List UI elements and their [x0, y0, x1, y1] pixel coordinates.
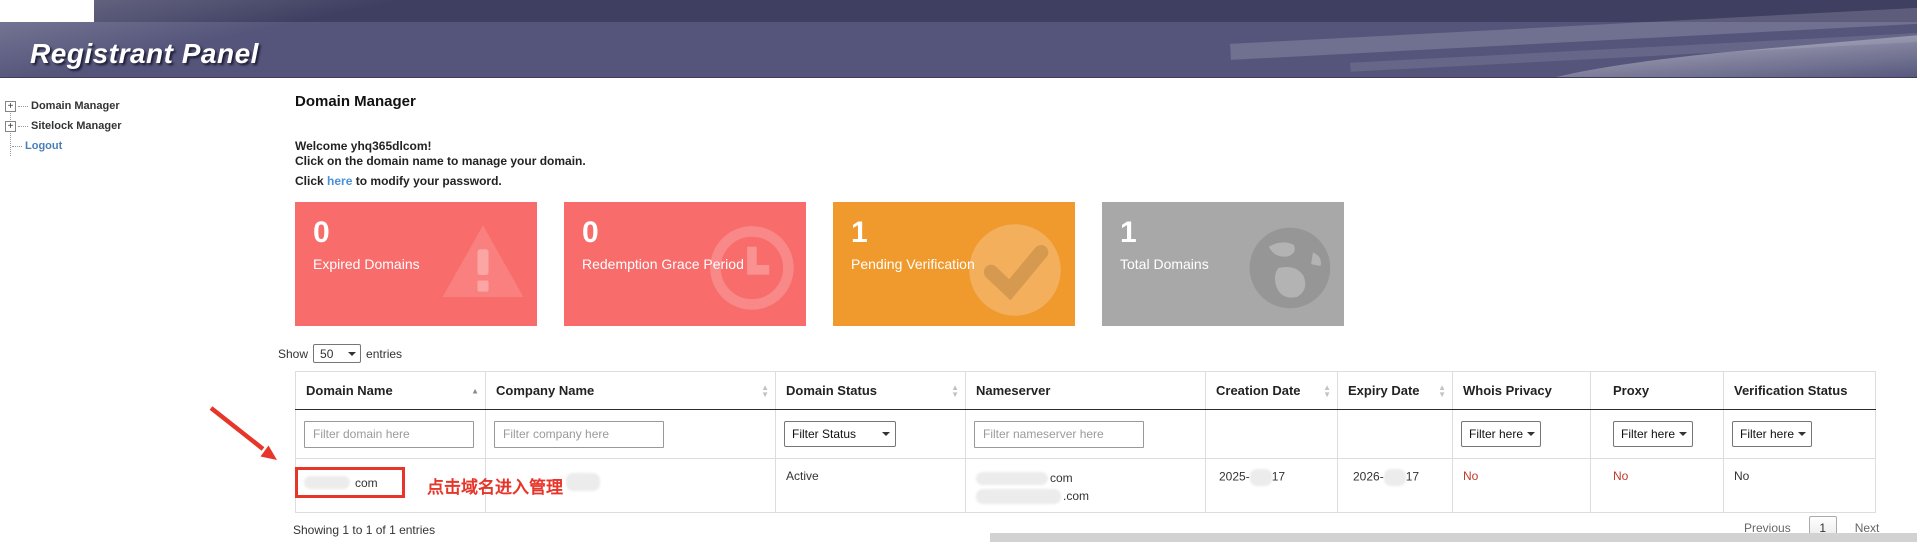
sort-icon[interactable] [761, 384, 769, 398]
column-header-verification-status[interactable]: Verification Status [1724, 372, 1876, 410]
card-expired-domains[interactable]: 0 Expired Domains [295, 202, 537, 326]
page-length-value: 50 [320, 347, 333, 361]
checkmark-icon [963, 218, 1067, 322]
chevron-down-icon [1798, 432, 1806, 440]
column-header-nameserver[interactable]: Nameserver [966, 372, 1206, 410]
column-header-creation-date[interactable]: Creation Date [1206, 372, 1338, 410]
annotation-arrow-icon [205, 402, 287, 468]
sort-icon[interactable] [951, 384, 959, 398]
chevron-down-icon [882, 432, 890, 440]
app-header: Registrant Panel [0, 0, 1917, 78]
column-header-domain-status[interactable]: Domain Status [776, 372, 966, 410]
sidebar-tree: Domain Manager Sitelock Manager Logout [5, 96, 121, 156]
entries-label: entries [366, 347, 402, 361]
card-total-domains[interactable]: 1 Total Domains [1102, 202, 1344, 326]
page-title: Domain Manager [295, 93, 416, 110]
password-hint-suffix: to modify your password. [356, 174, 502, 188]
sort-asc-icon[interactable] [471, 387, 479, 394]
proxy-cell: No [1591, 459, 1724, 513]
table-info: Showing 1 to 1 of 1 entries [293, 523, 435, 537]
company-filter-input[interactable] [494, 421, 664, 448]
redacted-date-part [1250, 469, 1272, 486]
card-value: 1 [1120, 218, 1137, 248]
sidebar-item-label[interactable]: Domain Manager [31, 100, 120, 112]
password-hint: Click here to modify your password. [295, 174, 502, 188]
column-header-company-name[interactable]: Company Name [486, 372, 776, 410]
whois-filter-select[interactable]: Filter here [1461, 421, 1541, 447]
status-filter-select[interactable]: Filter Status [784, 421, 896, 447]
page-length-select[interactable]: 50 [313, 344, 361, 363]
card-label: Total Domains [1120, 256, 1209, 272]
clock-icon [702, 218, 798, 314]
card-pending-verification[interactable]: 1 Pending Verification [833, 202, 1075, 326]
redacted-nameserver [976, 489, 1061, 504]
expand-plus-icon[interactable] [5, 101, 16, 112]
sidebar-item-label[interactable]: Sitelock Manager [31, 120, 121, 132]
domain-filter-input[interactable] [304, 421, 474, 448]
domain-suffix[interactable]: com [355, 476, 378, 490]
whois-privacy-cell: No [1453, 459, 1591, 513]
column-header-proxy[interactable]: Proxy [1591, 372, 1724, 410]
expiry-date-cell: 2026-17 [1338, 459, 1453, 513]
background-window-edge [990, 533, 1917, 542]
chevron-down-icon [1679, 432, 1687, 440]
password-hint-prefix: Click [295, 174, 324, 188]
show-label: Show [278, 347, 308, 361]
length-control: Show 50 entries [278, 344, 402, 363]
card-label: Expired Domains [313, 256, 420, 272]
domain-status-cell: Active [776, 459, 966, 513]
sidebar-item-sitelock-manager[interactable]: Sitelock Manager [5, 116, 121, 136]
redacted-date-part [1384, 469, 1406, 486]
redacted-nameserver [976, 472, 1048, 485]
expand-plus-icon[interactable] [5, 121, 16, 132]
sort-icon[interactable] [1438, 384, 1446, 398]
sort-icon[interactable] [1323, 384, 1331, 398]
nameserver-cell: com .com [966, 459, 1206, 513]
verification-filter-select[interactable]: Filter here [1732, 421, 1812, 447]
column-header-whois-privacy[interactable]: Whois Privacy [1453, 372, 1591, 410]
welcome-text: Welcome yhq365dlcom! Click on the domain… [295, 139, 586, 169]
stats-cards: 0 Expired Domains 0 Redemption Grace Per… [295, 202, 1344, 326]
verification-status-cell: No [1724, 459, 1876, 513]
card-label: Pending Verification [851, 256, 975, 272]
tree-connector [18, 126, 28, 127]
welcome-line1: Welcome yhq365dlcom! [295, 139, 586, 154]
chevron-down-icon [1527, 432, 1535, 440]
chevron-down-icon [348, 352, 356, 360]
creation-date-cell: 2025-17 [1206, 459, 1338, 513]
sidebar-item-domain-manager[interactable]: Domain Manager [5, 96, 121, 116]
table-header-row: Domain Name Company Name Domain Status N… [296, 372, 1876, 410]
logout-link[interactable]: Logout [25, 140, 62, 152]
modify-password-link[interactable]: here [327, 174, 352, 188]
column-header-domain-name[interactable]: Domain Name [296, 372, 486, 410]
domain-link-highlight-box[interactable]: com [295, 467, 405, 498]
expiry-date-filter-cell [1338, 410, 1453, 459]
app-title: Registrant Panel [30, 38, 259, 70]
redacted-annotation-blob [566, 473, 600, 491]
warning-triangle-icon [437, 218, 529, 310]
globe-icon [1240, 218, 1336, 314]
column-header-expiry-date[interactable]: Expiry Date [1338, 372, 1453, 410]
card-value: 0 [313, 218, 330, 248]
card-value: 1 [851, 218, 868, 248]
tree-connector [12, 146, 22, 147]
nameserver-filter-input[interactable] [974, 421, 1144, 448]
card-redemption-grace-period[interactable]: 0 Redemption Grace Period [564, 202, 806, 326]
tree-connector [18, 106, 28, 107]
filter-row: Filter Status Filter here Filter here [296, 410, 1876, 459]
redacted-domain-text [304, 476, 350, 489]
annotation-text: 点击域名进入管理 [427, 473, 563, 498]
welcome-line2: Click on the domain name to manage your … [295, 154, 586, 169]
creation-date-filter-cell [1206, 410, 1338, 459]
proxy-filter-select[interactable]: Filter here [1613, 421, 1693, 447]
sidebar-item-logout[interactable]: Logout [5, 136, 121, 156]
card-value: 0 [582, 218, 599, 248]
